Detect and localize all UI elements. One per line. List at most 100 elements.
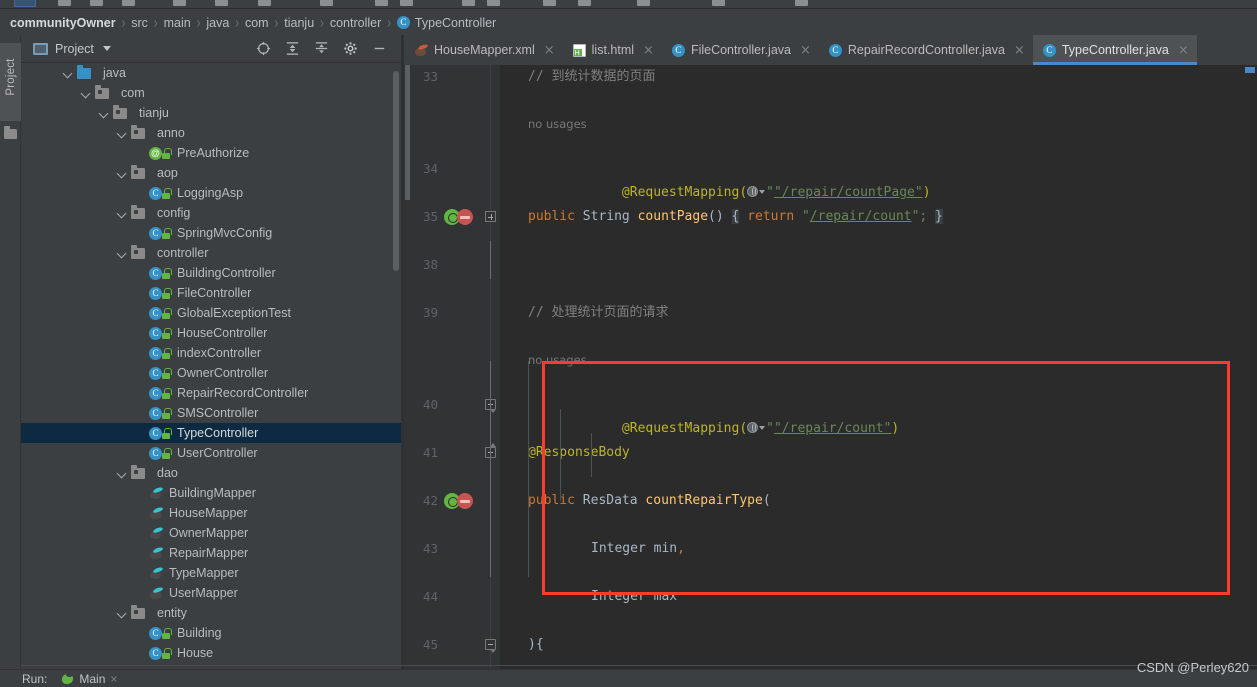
tree-item-indexcontroller[interactable]: CindexController: [21, 343, 401, 363]
tree-item-housemapper[interactable]: HouseMapper: [21, 503, 401, 523]
close-icon[interactable]: ×: [643, 44, 654, 57]
breadcrumb-item-class[interactable]: C TypeController: [396, 16, 496, 30]
toolbar-icon[interactable]: [58, 0, 71, 6]
editor-tab-repairrecordcontroller-java[interactable]: C RepairRecordController.java ×: [819, 35, 1033, 65]
toolbar-icon[interactable]: [578, 0, 591, 6]
tree-item-buildingcontroller[interactable]: C BuildingController: [21, 263, 401, 283]
tree-item-buildingmapper[interactable]: BuildingMapper: [21, 483, 401, 503]
tree-item-ownermapper[interactable]: OwnerMapper: [21, 523, 401, 543]
structure-folder-icon[interactable]: [4, 126, 17, 139]
chevron-down-icon[interactable]: [117, 128, 128, 139]
breadcrumb-item-main[interactable]: main: [164, 16, 191, 30]
breadcrumb-item-tianju[interactable]: tianju: [284, 16, 314, 30]
tree-item-repairmapper[interactable]: RepairMapper: [21, 543, 401, 563]
toolbar-icon[interactable]: [258, 0, 271, 6]
editor-tab-housemapper-xml[interactable]: HouseMapper.xml ×: [404, 35, 563, 65]
tree-item-house[interactable]: C House: [21, 643, 401, 663]
tree-item-controller[interactable]: controller: [21, 243, 401, 263]
project-tree[interactable]: java com tianju anno @ PreAuthorize aop C Loggin…: [21, 63, 401, 669]
tree-item-anno[interactable]: anno: [21, 123, 401, 143]
tree-item-com[interactable]: com: [21, 83, 401, 103]
tool-window-button-project[interactable]: Project: [0, 43, 21, 121]
tree-item-aop[interactable]: aop: [21, 163, 401, 183]
breadcrumb-item-project[interactable]: communityOwner: [10, 16, 116, 30]
chevron-down-icon[interactable]: [117, 468, 128, 479]
breadcrumb-item-com[interactable]: com: [245, 16, 269, 30]
toolbar-icon[interactable]: [122, 0, 135, 6]
chevron-down-icon[interactable]: [117, 248, 128, 259]
editor-tab-typecontroller-java[interactable]: C TypeController.java ×: [1032, 35, 1197, 65]
run-configuration-tab[interactable]: Main ×: [61, 672, 117, 686]
tree-item-java[interactable]: java: [21, 63, 401, 83]
select-opened-file-icon[interactable]: [256, 41, 271, 56]
tree-item-usermapper[interactable]: UserMapper: [21, 583, 401, 603]
tree-item-springmvcconfig[interactable]: C SpringMvcConfig: [21, 223, 401, 243]
expand-all-icon[interactable]: [285, 41, 300, 56]
tree-item-dao[interactable]: dao: [21, 463, 401, 483]
toolbar-icon[interactable]: [215, 0, 228, 6]
globe-icon[interactable]: [747, 186, 759, 197]
fold-expand-icon[interactable]: [485, 211, 496, 222]
breadcrumb-item-src[interactable]: src: [131, 16, 148, 30]
toolbar-icon[interactable]: [795, 0, 808, 6]
editor-tab-filecontroller-java[interactable]: C FileController.java ×: [662, 35, 819, 65]
tree-item-loggingasp[interactable]: C LoggingAsp: [21, 183, 401, 203]
tree-item-filecontroller[interactable]: C FileController: [21, 283, 401, 303]
close-icon[interactable]: ×: [1014, 44, 1025, 57]
toolbar-icon[interactable]: [375, 0, 388, 6]
breadcrumb-item-java[interactable]: java: [206, 16, 229, 30]
tree-item-smscontroller[interactable]: C SMSController: [21, 403, 401, 423]
tree-item-usercontroller[interactable]: C UserController: [21, 443, 401, 463]
toolbar-icon[interactable]: [173, 0, 186, 6]
code-url-literal[interactable]: "/repair/count": [774, 421, 891, 436]
toolbar-icon[interactable]: [712, 0, 725, 6]
tree-item-typemapper[interactable]: TypeMapper: [21, 563, 401, 583]
tree-item-config[interactable]: config: [21, 203, 401, 223]
toolbar-icon[interactable]: [400, 0, 413, 6]
chevron-down-icon[interactable]: [81, 88, 92, 99]
toolbar-icon[interactable]: [637, 0, 650, 6]
chevron-down-icon[interactable]: [759, 426, 766, 430]
close-icon[interactable]: ×: [544, 44, 555, 57]
url-mapping-gutter-icon[interactable]: [457, 493, 473, 509]
hide-panel-icon[interactable]: [372, 41, 387, 56]
code-editor[interactable]: 33 // 到统计数据的页面 no usages 34 @RequestMapp…: [404, 65, 1257, 669]
toolbar-icon[interactable]: [90, 0, 103, 6]
chevron-down-icon[interactable]: [63, 68, 74, 79]
toolbar-icon[interactable]: [462, 0, 475, 6]
tree-item-building[interactable]: C Building: [21, 623, 401, 643]
chevron-down-icon[interactable]: [117, 208, 128, 219]
fold-collapse-icon[interactable]: [485, 639, 496, 653]
tree-item-globalexceptiontest[interactable]: C GlobalExceptionTest: [21, 303, 401, 323]
breadcrumb-item-controller[interactable]: controller: [330, 16, 381, 30]
collapse-all-icon[interactable]: [314, 41, 329, 56]
tree-item-repairrecordcontroller[interactable]: C RepairRecordController: [21, 383, 401, 403]
editor-scroll-thumb[interactable]: [1245, 67, 1255, 73]
editor-scroll-rail[interactable]: [1243, 65, 1257, 669]
url-mapping-gutter-icon[interactable]: [457, 209, 473, 225]
chevron-down-icon[interactable]: [759, 190, 766, 194]
chevron-down-icon[interactable]: [117, 168, 128, 179]
toolbar-icon[interactable]: [487, 0, 500, 6]
tree-item-housecontroller[interactable]: C HouseController: [21, 323, 401, 343]
chevron-down-icon[interactable]: [99, 108, 110, 119]
tree-item-ownercontroller[interactable]: C OwnerController: [21, 363, 401, 383]
tree-item-typecontroller[interactable]: C TypeController: [21, 423, 401, 443]
toolbar-icon[interactable]: [320, 0, 333, 6]
tree-item-entity[interactable]: entity: [21, 603, 401, 623]
chevron-down-icon[interactable]: [102, 46, 111, 51]
toolbar-icon-selected[interactable]: [14, 0, 36, 7]
close-icon[interactable]: ×: [800, 44, 811, 57]
tree-item-preauthorize[interactable]: @ PreAuthorize: [21, 143, 401, 163]
settings-gear-icon[interactable]: [343, 41, 358, 56]
globe-icon[interactable]: [747, 422, 759, 433]
chevron-down-icon[interactable]: [117, 608, 128, 619]
close-icon[interactable]: ×: [110, 672, 117, 686]
editor-tab-bar[interactable]: HouseMapper.xml × list.html × C FileControlle…: [404, 35, 1257, 65]
toolbar-icon[interactable]: [543, 0, 556, 6]
editor-tab-list-html[interactable]: list.html ×: [563, 35, 662, 65]
code-url-literal[interactable]: "/repair/countPage": [774, 185, 923, 200]
tree-item-tianju[interactable]: tianju: [21, 103, 401, 123]
project-tree-scrollbar[interactable]: [393, 71, 399, 271]
close-icon[interactable]: ×: [1178, 44, 1189, 57]
